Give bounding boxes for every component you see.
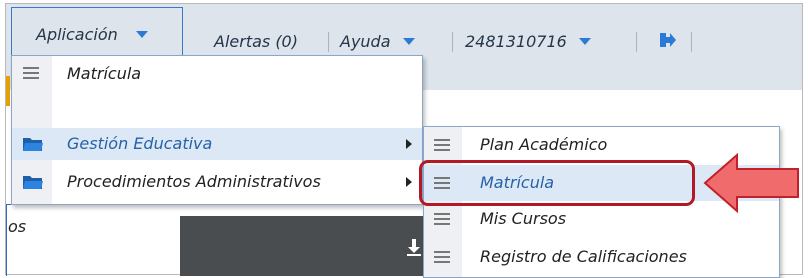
menu-item-matricula[interactable]: Matrícula [12, 58, 422, 90]
folder-icon [22, 135, 44, 157]
highlight-box [419, 160, 695, 206]
list-icon [22, 65, 40, 85]
chevron-down-icon [578, 38, 591, 45]
chevron-down-icon [135, 31, 148, 38]
pointer-arrow-icon [703, 152, 801, 217]
application-menu-button[interactable]: Aplicación [11, 7, 183, 55]
menu-item-label: Gestión Educativa [67, 134, 213, 153]
user-menu[interactable]: 2481310716 [465, 32, 591, 51]
list-icon [433, 249, 451, 269]
separator [691, 32, 692, 52]
application-dropdown-menu: Matrícula Gestión Educativa Procedimient… [11, 55, 423, 205]
separator [636, 32, 637, 52]
partial-text: os [8, 217, 27, 236]
list-icon [433, 137, 451, 157]
panel-border [6, 204, 7, 276]
alerts-label: Alertas (0) [214, 32, 298, 51]
menu-item-label: Mis Cursos [480, 209, 567, 228]
logout-icon[interactable] [659, 31, 677, 53]
help-label: Ayuda [340, 32, 391, 51]
menu-item-gestion-educativa[interactable]: Gestión Educativa [12, 128, 422, 160]
menu-item-label: Registro de Calificaciones [480, 247, 687, 266]
submenu-arrow-icon [406, 177, 412, 187]
left-accent-strip [6, 76, 10, 106]
menu-item-label: Matrícula [67, 64, 142, 83]
menu-item-procedimientos-administrativos[interactable]: Procedimientos Administrativos [12, 166, 422, 198]
submenu-item-registro-de-calificaciones[interactable]: Registro de Calificaciones [424, 239, 779, 275]
chevron-down-icon [402, 38, 415, 45]
user-id-label: 2481310716 [465, 32, 567, 51]
alerts-link[interactable]: Alertas (0) [214, 32, 298, 51]
menu-item-label: Plan Académico [480, 135, 608, 154]
list-icon [433, 211, 451, 231]
submenu-arrow-icon [406, 139, 412, 149]
panel-top-strip [180, 204, 428, 216]
separator [328, 32, 329, 52]
help-menu[interactable]: Ayuda [340, 32, 415, 51]
separator [452, 32, 453, 52]
menu-item-label: Procedimientos Administrativos [67, 172, 321, 191]
folder-icon [22, 173, 44, 195]
application-label: Aplicación [36, 25, 118, 44]
download-icon[interactable] [406, 238, 422, 260]
